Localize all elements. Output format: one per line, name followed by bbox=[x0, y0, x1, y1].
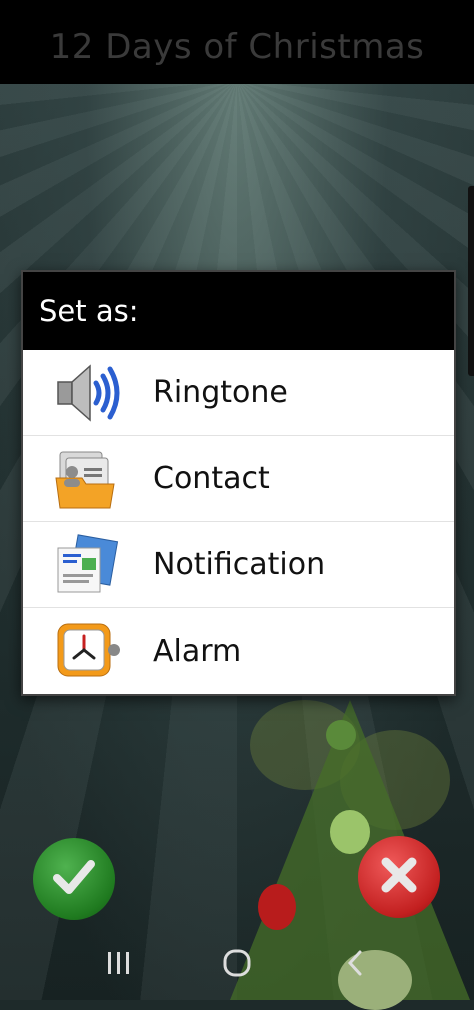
option-label: Ringtone bbox=[153, 375, 288, 410]
recents-button[interactable] bbox=[99, 945, 139, 985]
tree-ornament bbox=[326, 720, 356, 750]
option-label: Notification bbox=[153, 547, 326, 582]
contact-folder-icon bbox=[51, 444, 123, 514]
option-contact[interactable]: Contact bbox=[23, 436, 454, 522]
back-button[interactable] bbox=[335, 945, 375, 985]
option-label: Alarm bbox=[153, 633, 242, 669]
home-button[interactable] bbox=[217, 945, 257, 985]
cancel-button[interactable] bbox=[358, 836, 440, 918]
edge-panel-handle[interactable] bbox=[468, 186, 474, 376]
confirm-button[interactable] bbox=[33, 838, 115, 920]
dialog-title: Set as: bbox=[39, 294, 139, 328]
set-as-dialog: Set as: Ringtone Contact Notification Al… bbox=[21, 270, 456, 696]
system-navigation-bar bbox=[0, 930, 474, 1000]
recents-icon bbox=[104, 950, 134, 980]
app-title-bar: 12 Days of Christmas bbox=[0, 0, 474, 84]
dialog-header: Set as: bbox=[23, 272, 454, 350]
back-icon bbox=[343, 948, 367, 982]
close-x-icon bbox=[374, 850, 424, 904]
home-icon bbox=[222, 948, 252, 982]
tree-ornament bbox=[330, 810, 370, 854]
option-notification[interactable]: Notification bbox=[23, 522, 454, 608]
speaker-icon bbox=[51, 358, 123, 428]
tree-ornament bbox=[258, 884, 296, 930]
notification-pictures-icon bbox=[51, 530, 123, 600]
alarm-clock-icon bbox=[51, 616, 123, 686]
option-label: Contact bbox=[153, 461, 270, 496]
app-title: 12 Days of Christmas bbox=[49, 27, 425, 67]
option-ringtone[interactable]: Ringtone bbox=[23, 350, 454, 436]
option-alarm[interactable]: Alarm bbox=[23, 608, 454, 694]
checkmark-icon bbox=[49, 852, 99, 906]
